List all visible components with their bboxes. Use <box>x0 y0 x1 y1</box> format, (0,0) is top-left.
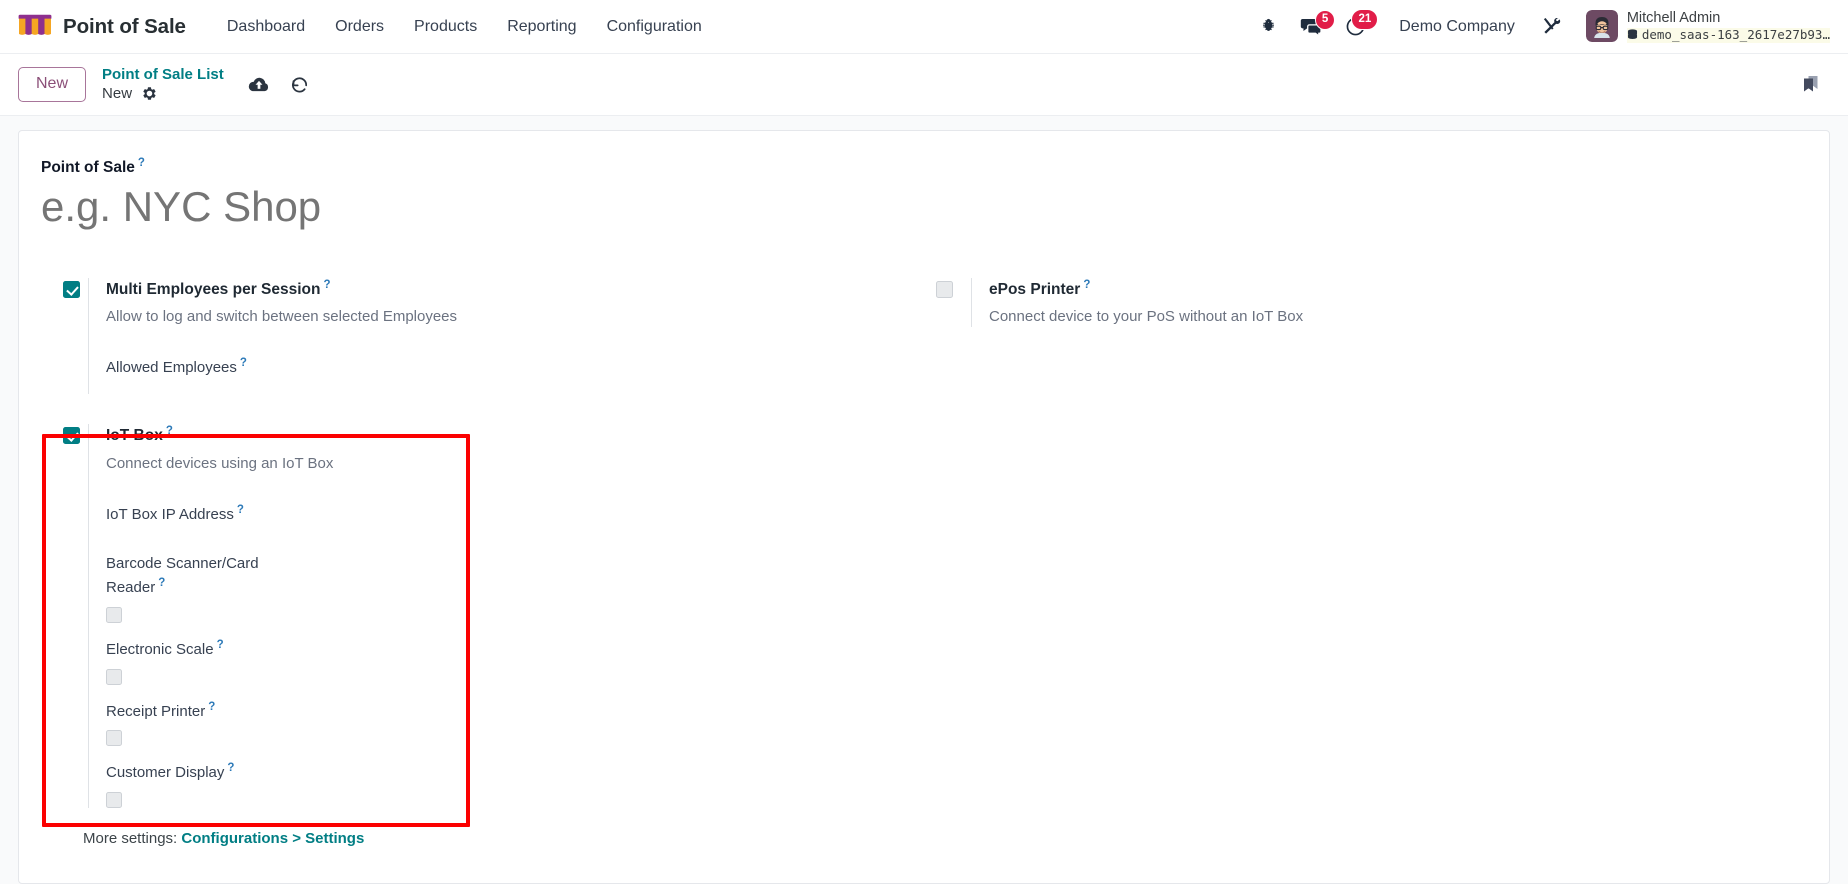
navbar-right-tools: 5 21 Demo Company Mitchell Admin demo_sa… <box>1248 9 1834 43</box>
setting-description-epos-printer: Connect device to your PoS without an Io… <box>989 307 1304 325</box>
subfield-receipt-printer: Receipt Printer? <box>106 699 291 747</box>
settings-grid: Multi Employees per Session? Allow to lo… <box>41 277 1807 827</box>
activities-clock-icon[interactable]: 21 <box>1334 9 1379 43</box>
breadcrumb-parent-link[interactable]: Point of Sale List <box>102 66 224 85</box>
more-settings-row: More settings: Configurations > Settings <box>41 830 1807 847</box>
nav-item-reporting[interactable]: Reporting <box>492 11 591 43</box>
user-menu[interactable]: Mitchell Admin demo_saas-163_2617e27b93… <box>1572 10 1834 43</box>
record-actions <box>248 75 310 95</box>
new-button[interactable]: New <box>18 67 87 102</box>
subfield-barcode-scanner: Barcode Scanner/Card Reader? <box>106 553 291 623</box>
pos-name-input[interactable] <box>41 179 741 240</box>
checkbox-epos-printer[interactable] <box>936 280 953 298</box>
bookmark-icon[interactable] <box>1798 72 1830 98</box>
wrench-screwdriver-icon[interactable] <box>1531 10 1572 43</box>
checkbox-iot-box[interactable] <box>63 427 80 445</box>
setting-multi-employees: Multi Employees per Session? Allow to lo… <box>41 277 894 395</box>
avatar <box>1585 10 1618 43</box>
help-icon-multi-employees[interactable]: ? <box>323 279 330 291</box>
help-icon-allowed-employees[interactable]: ? <box>240 357 247 369</box>
messages-icon[interactable]: 5 <box>1289 9 1336 43</box>
form-sheet-background: Point of Sale? Multi Employees per Sessi… <box>0 116 1848 884</box>
checkbox-receipt-printer[interactable] <box>106 730 122 747</box>
nav-item-orders[interactable]: Orders <box>320 11 399 43</box>
help-icon-receipt-printer[interactable]: ? <box>208 701 215 713</box>
form-content: Point of Sale? Multi Employees per Sessi… <box>19 157 1829 847</box>
setting-title-epos-printer: ePos Printer? <box>989 278 1091 298</box>
pos-name-label: Point of Sale? <box>41 157 145 177</box>
brand-home-link[interactable]: Point of Sale <box>18 14 186 39</box>
company-switcher[interactable]: Demo Company <box>1377 18 1531 36</box>
setting-iot-box: IoT Box? Connect devices using an IoT Bo… <box>41 424 894 809</box>
help-icon-electronic-scale[interactable]: ? <box>217 639 224 651</box>
activities-badge: 21 <box>1351 9 1379 30</box>
checkbox-customer-display[interactable] <box>106 792 122 809</box>
help-icon-iot-ip[interactable]: ? <box>237 504 244 516</box>
subfield-electronic-scale: Electronic Scale? <box>106 637 291 685</box>
help-icon-epos-printer[interactable]: ? <box>1083 279 1090 291</box>
label-electronic-scale: Electronic Scale? <box>106 638 224 658</box>
configurations-settings-link[interactable]: Configurations > Settings <box>181 830 364 847</box>
nav-item-dashboard[interactable]: Dashboard <box>212 11 320 43</box>
checkbox-multi-employees[interactable] <box>63 280 80 298</box>
setting-epos-printer: ePos Printer? Connect device to your PoS… <box>924 277 1777 327</box>
label-barcode-scanner: Barcode Scanner/Card Reader? <box>106 555 259 597</box>
control-panel: New Point of Sale List New <box>0 54 1848 116</box>
breadcrumb: Point of Sale List New <box>102 66 224 104</box>
main-menu: Dashboard Orders Products Reporting Conf… <box>212 11 717 43</box>
help-icon-customer-display[interactable]: ? <box>227 762 234 774</box>
gear-icon[interactable] <box>142 86 157 101</box>
setting-title-multi-employees: Multi Employees per Session? <box>106 278 331 298</box>
user-name: Mitchell Admin <box>1626 10 1721 27</box>
subfield-customer-display: Customer Display? <box>106 760 291 809</box>
help-icon-iot-box[interactable]: ? <box>166 425 173 437</box>
label-allowed-employees: Allowed Employees? <box>106 356 247 376</box>
settings-left-column: Multi Employees per Session? Allow to lo… <box>41 277 924 809</box>
subfield-allowed-employees: Allowed Employees? <box>106 355 291 395</box>
label-iot-ip: IoT Box IP Address? <box>106 503 244 523</box>
help-icon-pos-name[interactable]: ? <box>138 157 145 169</box>
nav-item-configuration[interactable]: Configuration <box>592 11 717 43</box>
form-sheet: Point of Sale? Multi Employees per Sessi… <box>18 130 1830 884</box>
more-settings-text: More settings: <box>83 830 178 848</box>
settings-right-column: ePos Printer? Connect device to your PoS… <box>924 277 1807 808</box>
database-label: demo_saas-163_2617e27b93… <box>1641 27 1830 43</box>
breadcrumb-current: New <box>102 84 133 102</box>
input-allowed-employees[interactable] <box>106 378 291 395</box>
label-receipt-printer: Receipt Printer? <box>106 700 216 720</box>
bug-icon[interactable] <box>1248 11 1289 42</box>
top-navbar: Point of Sale Dashboard Orders Products … <box>0 0 1848 54</box>
undo-arrow-icon[interactable] <box>290 75 310 95</box>
checkbox-barcode-scanner[interactable] <box>106 606 122 623</box>
help-icon-barcode-scanner[interactable]: ? <box>158 577 165 589</box>
nav-item-products[interactable]: Products <box>399 11 492 43</box>
pos-awning-icon <box>18 14 52 39</box>
cloud-upload-icon[interactable] <box>248 75 270 95</box>
setting-title-iot-box: IoT Box? <box>106 425 173 445</box>
label-customer-display: Customer Display? <box>106 762 235 782</box>
brand-name: Point of Sale <box>63 14 186 38</box>
database-name: demo_saas-163_2617e27b93… <box>1626 27 1830 43</box>
database-icon <box>1627 29 1637 40</box>
setting-description-multi-employees: Allow to log and switch between selected… <box>106 307 458 325</box>
setting-description-iot-box: Connect devices using an IoT Box <box>106 454 334 472</box>
messages-badge: 5 <box>1314 9 1336 30</box>
subfield-iot-ip: IoT Box IP Address? <box>106 502 291 542</box>
checkbox-electronic-scale[interactable] <box>106 668 122 685</box>
input-iot-ip[interactable] <box>106 525 291 542</box>
